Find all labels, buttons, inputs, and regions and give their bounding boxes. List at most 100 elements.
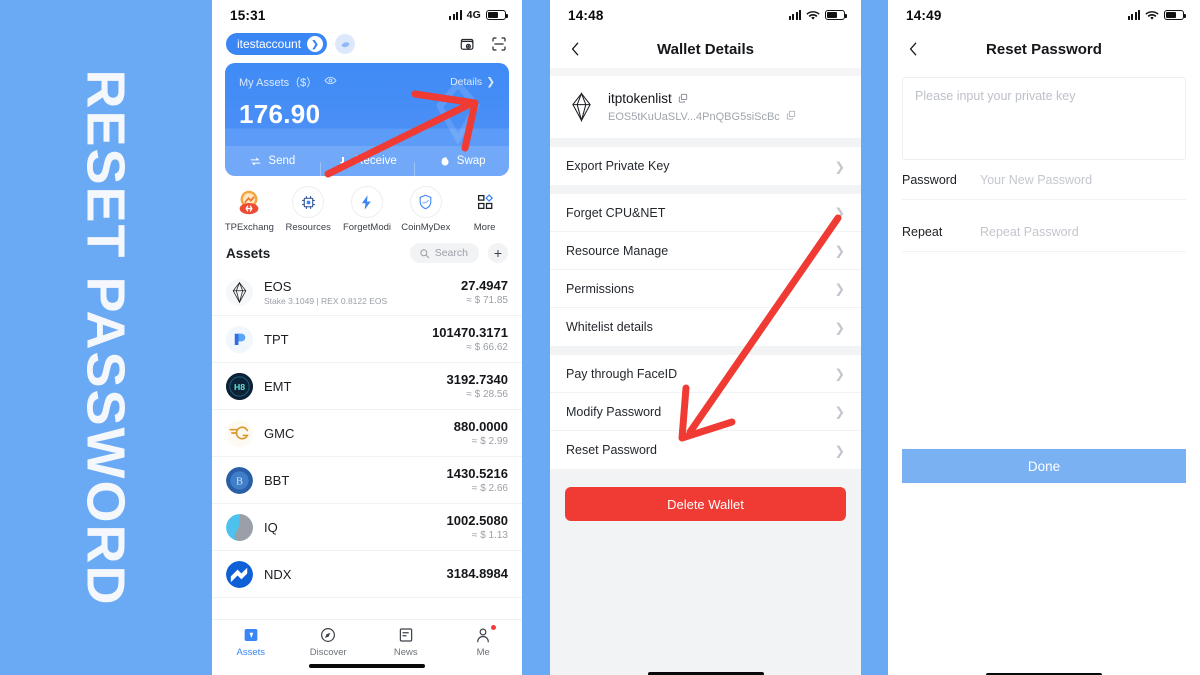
assets-section-header: Assets Search +: [212, 235, 522, 269]
add-asset-button[interactable]: +: [488, 243, 508, 263]
details-link[interactable]: Details ❯: [450, 76, 495, 88]
details-label: Details: [450, 76, 483, 88]
menu-item-label: Pay through FaceID: [566, 366, 678, 381]
chevron-right-icon: ❯: [834, 443, 845, 458]
menu-item-reset-password[interactable]: Reset Password ❯: [550, 431, 861, 469]
phone-screen-reset-password: 14:49 Reset Password Please input your p…: [888, 0, 1200, 675]
account-name: itestaccount: [237, 37, 302, 51]
password-field-row[interactable]: Password Your New Password: [902, 160, 1186, 200]
chevron-right-icon: ❯: [834, 244, 845, 258]
quick-action-resources[interactable]: Resources: [279, 186, 338, 233]
menu-item-permissions[interactable]: Permissions ❯: [550, 270, 861, 308]
receive-button[interactable]: Receive: [319, 155, 415, 176]
tab-label: Assets: [236, 647, 265, 658]
news-icon: [399, 628, 412, 642]
status-indicators: [788, 9, 847, 21]
repeat-password-field-row[interactable]: Repeat Repeat Password: [902, 212, 1186, 252]
table-row[interactable]: IQ 1002.5080 ≈ $ 1.13: [212, 504, 522, 551]
menu-item-export-private-key[interactable]: Export Private Key ❯: [550, 147, 861, 185]
copy-icon[interactable]: [678, 91, 688, 106]
table-row[interactable]: TPT 101470.3171 ≈ $ 66.62: [212, 316, 522, 363]
password-input[interactable]: Your New Password: [980, 173, 1186, 187]
asset-usd: ≈ $ 2.66: [471, 483, 508, 494]
asset-amount: 1002.5080: [446, 513, 508, 528]
status-indicators: 4G: [449, 9, 508, 21]
eye-icon[interactable]: [324, 74, 337, 90]
svg-text:B: B: [236, 476, 243, 487]
private-key-textarea[interactable]: Please input your private key: [902, 77, 1186, 160]
screenshot-stage: RESET PASSWORD 15:31 4G itestaccount ❯ M…: [0, 0, 1200, 675]
gmc-icon: [226, 419, 253, 447]
account-switcher[interactable]: itestaccount ❯: [226, 33, 356, 55]
tab-discover[interactable]: Discover: [290, 626, 368, 658]
table-row[interactable]: H8 EMT 3192.7340 ≈ $ 28.56: [212, 363, 522, 410]
copy-icon[interactable]: [786, 110, 796, 123]
wallet-name: itptokenlist: [608, 91, 672, 106]
notification-badge: [491, 625, 497, 630]
delete-wallet-button[interactable]: Delete Wallet: [565, 487, 846, 521]
signal-icon: [1127, 10, 1140, 20]
wallet-badge-icon[interactable]: [335, 34, 356, 54]
compass-icon: [321, 628, 336, 642]
search-icon: [420, 248, 429, 258]
menu-item-label: Forget CPU&NET: [566, 205, 666, 220]
menu-item-pay-through-faceid[interactable]: Pay through FaceID ❯: [550, 355, 861, 393]
asset-amount: 880.0000: [453, 419, 508, 434]
send-label: Send: [268, 155, 296, 167]
asset-symbol: NDX: [264, 566, 292, 582]
card-action-row: Send Receive Swap: [225, 146, 509, 176]
asset-symbol: GMC: [264, 425, 295, 441]
tab-me[interactable]: Me: [445, 625, 523, 658]
my-assets-label-row: My Assets（$）: [239, 74, 337, 90]
tab-assets[interactable]: Assets: [212, 626, 290, 658]
search-placeholder: Search: [434, 247, 468, 259]
table-row[interactable]: EOS Stake 3.1049 | REX 0.8122 EOS 27.494…: [212, 269, 522, 316]
back-button[interactable]: [902, 38, 924, 60]
chevron-left-icon: [571, 42, 578, 56]
home-indicator: [309, 664, 425, 668]
bottom-tabbar: Assets Discover News Me: [212, 619, 522, 675]
tab-news[interactable]: News: [367, 626, 445, 658]
menu-item-label: Permissions: [566, 281, 635, 296]
card-scan-icon[interactable]: [459, 35, 477, 53]
password-label: Password: [902, 172, 957, 187]
quick-action-tpexchange[interactable]: TPExchang: [220, 186, 279, 233]
quick-actions-row: TPExchang Resources ForgetModi CoinMyDex…: [212, 176, 522, 235]
battery-icon: [486, 9, 508, 21]
left-banner: RESET PASSWORD: [0, 0, 212, 675]
quick-action-more[interactable]: More: [455, 186, 514, 233]
back-button[interactable]: [564, 38, 586, 60]
menu-item-resource-manage[interactable]: Resource Manage ❯: [550, 232, 861, 270]
total-balance-amount: 176.90: [239, 99, 321, 129]
qr-scan-icon[interactable]: [490, 35, 508, 53]
send-button[interactable]: Send: [225, 155, 320, 168]
asset-amount: 3184.8984: [446, 565, 508, 581]
asset-usd: ≈ $ 2.99: [471, 436, 508, 447]
status-time: 14:49: [906, 7, 942, 23]
table-row[interactable]: B BBT 1430.5216 ≈ $ 2.66: [212, 457, 522, 504]
menu-item-whitelist-details[interactable]: Whitelist details ❯: [550, 308, 861, 346]
quick-action-forgetmodi[interactable]: ForgetModi: [338, 186, 397, 233]
menu-item-forget-cpu-net[interactable]: Forget CPU&NET ❯: [550, 194, 861, 232]
quick-action-label: TPExchang: [224, 222, 274, 233]
battery-icon: [1164, 9, 1186, 21]
menu-group-2: Forget CPU&NET ❯ Resource Manage ❯ Permi…: [550, 194, 861, 346]
table-row[interactable]: NDX 3184.8984: [212, 551, 522, 598]
table-row[interactable]: GMC 880.0000 ≈ $ 2.99: [212, 410, 522, 457]
repeat-password-input[interactable]: Repeat Password: [980, 225, 1186, 239]
menu-item-label: Resource Manage: [566, 243, 669, 258]
grid-icon: [468, 186, 501, 218]
bbt-icon: B: [226, 466, 253, 494]
chevron-right-icon: ❯: [486, 76, 495, 88]
page-title: Reset Password: [986, 40, 1102, 58]
menu-item-modify-password[interactable]: Modify Password ❯: [550, 393, 861, 431]
swap-button[interactable]: Swap: [414, 155, 509, 176]
receive-label: Receive: [355, 155, 397, 167]
asset-symbol: TPT: [264, 331, 289, 347]
quick-action-label: More: [473, 222, 496, 233]
eos-icon: [226, 278, 253, 306]
search-input[interactable]: Search: [409, 243, 479, 263]
done-button[interactable]: Done: [902, 449, 1186, 483]
account-chip[interactable]: itestaccount ❯: [226, 33, 328, 55]
quick-action-coinmydex[interactable]: CoinMyDex: [396, 186, 455, 233]
